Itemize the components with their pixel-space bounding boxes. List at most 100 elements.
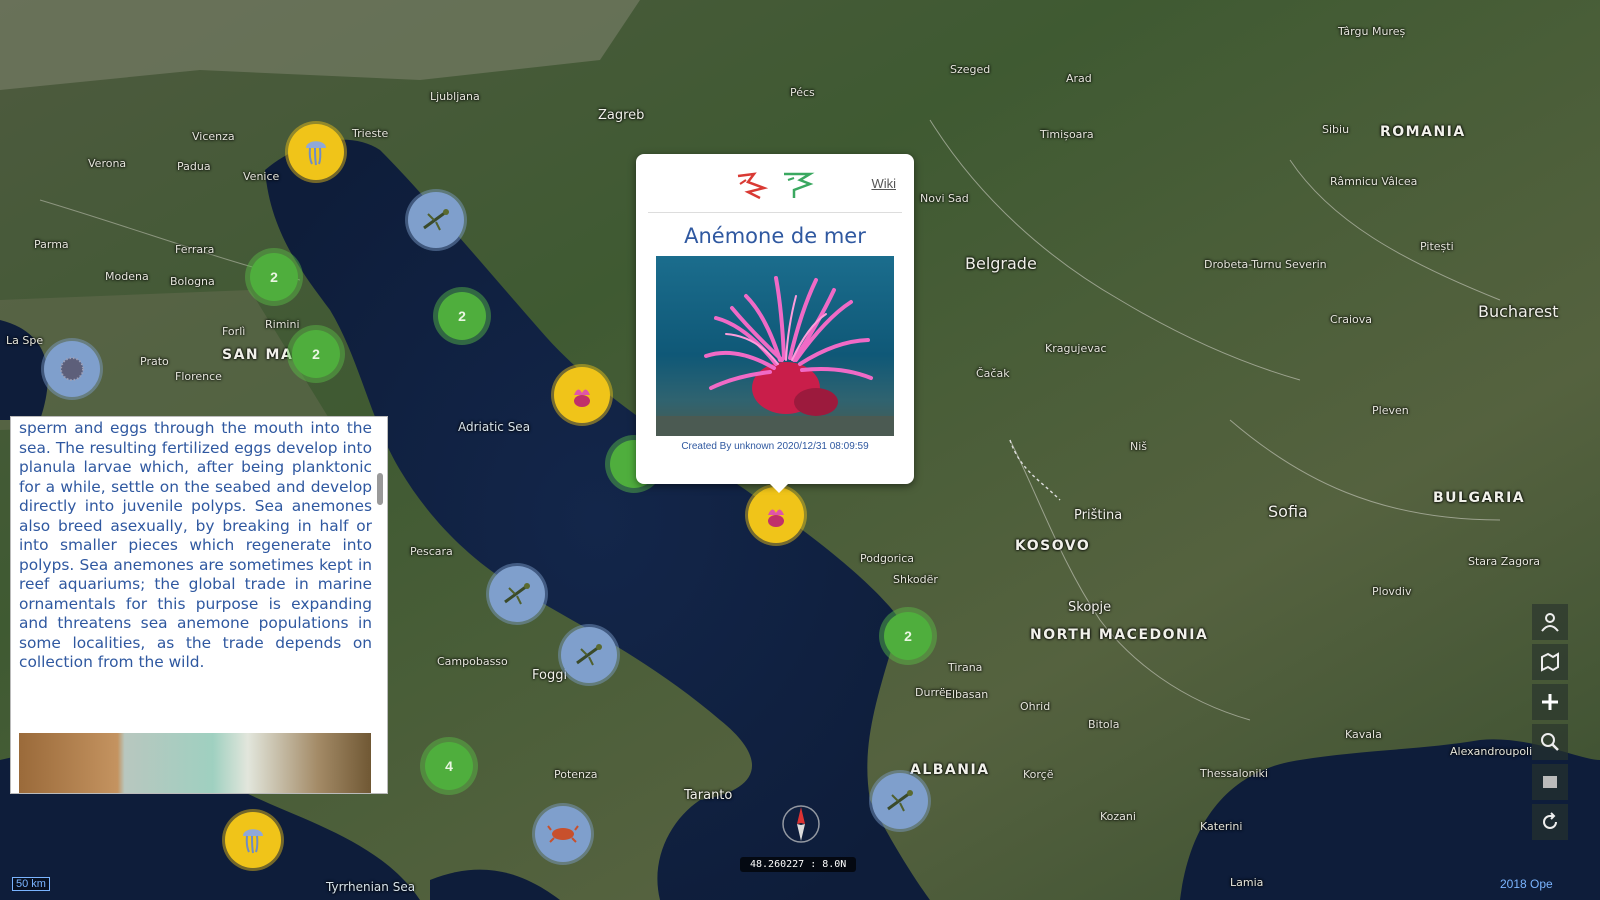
country-label: NORTH MACEDONIA bbox=[1030, 627, 1209, 643]
city-label: Sibiu bbox=[1322, 123, 1350, 136]
jellyfish-marker[interactable] bbox=[288, 124, 344, 180]
lobster-icon bbox=[576, 644, 602, 666]
cluster-marker[interactable]: 2 bbox=[292, 330, 340, 378]
cluster-marker[interactable]: 2 bbox=[884, 612, 932, 660]
city-label: Katerini bbox=[1200, 820, 1243, 833]
city-label: Craiova bbox=[1330, 313, 1372, 326]
city-label: Trieste bbox=[352, 127, 389, 140]
city-label: Parma bbox=[34, 238, 69, 251]
city-label: Foggi bbox=[532, 668, 568, 683]
jellyfish-marker[interactable] bbox=[225, 812, 281, 868]
popup-divider bbox=[648, 212, 902, 213]
city-label: Taranto bbox=[684, 788, 733, 803]
description-text: sperm and eggs through the mouth into th… bbox=[19, 419, 372, 671]
city-label: Campobasso bbox=[437, 655, 508, 668]
city-label: Stara Zagora bbox=[1468, 555, 1541, 568]
map-style-icon[interactable] bbox=[1532, 644, 1568, 680]
city-label: Râmnicu Vâlcea bbox=[1330, 175, 1418, 188]
map-attribution[interactable]: 2018 Ope bbox=[1500, 877, 1553, 891]
city-label: Padua bbox=[177, 160, 211, 173]
species-popup: Wiki Anémone de mer Created By unknown 2… bbox=[636, 154, 914, 493]
city-label: Belgrade bbox=[965, 254, 1037, 273]
city-label: Verona bbox=[88, 157, 127, 170]
city-label: Szeged bbox=[950, 63, 991, 76]
anemone-marker[interactable] bbox=[554, 367, 610, 423]
cluster-marker[interactable]: 2 bbox=[250, 253, 298, 301]
rotate-icon[interactable] bbox=[1532, 804, 1568, 840]
sea-urchin-icon bbox=[60, 357, 84, 381]
city-label: Pleven bbox=[1372, 404, 1409, 417]
country-label: SAN MA bbox=[222, 347, 294, 363]
city-label: Lamia bbox=[1230, 876, 1264, 889]
anemone-icon bbox=[574, 389, 590, 407]
city-label: Forlì bbox=[222, 325, 246, 338]
city-label: Drobeta-Turnu Severin bbox=[1204, 258, 1327, 271]
lobster-marker[interactable] bbox=[408, 192, 464, 248]
city-label: La Spe bbox=[6, 334, 44, 347]
city-label: Bitola bbox=[1088, 718, 1120, 731]
city-label: Plovdiv bbox=[1372, 585, 1412, 598]
city-label: Čačak bbox=[976, 367, 1010, 380]
country-label: KOSOVO bbox=[1015, 538, 1091, 554]
city-label: Pitești bbox=[1420, 240, 1454, 253]
city-label: Sofia bbox=[1268, 502, 1308, 521]
city-label: Kavala bbox=[1345, 728, 1382, 741]
species-description-panel[interactable]: sperm and eggs through the mouth into th… bbox=[10, 416, 388, 794]
compass-icon[interactable] bbox=[780, 803, 822, 845]
country-label: ROMANIA bbox=[1380, 124, 1466, 140]
species-green-icon[interactable] bbox=[780, 168, 816, 202]
anemone-marker-selected[interactable] bbox=[748, 487, 804, 543]
city-label: Alexandroupoli bbox=[1450, 745, 1533, 758]
city-label: Zagreb bbox=[598, 108, 645, 123]
user-location-icon[interactable] bbox=[1532, 604, 1568, 640]
sea-label: Tyrrhenian Sea bbox=[326, 880, 416, 894]
city-label: Rimini bbox=[265, 318, 300, 331]
city-label: Kragujevac bbox=[1045, 342, 1107, 355]
description-image[interactable] bbox=[19, 733, 371, 793]
city-label: Arad bbox=[1066, 72, 1092, 85]
scrollbar[interactable] bbox=[377, 473, 383, 505]
city-label: Skopje bbox=[1068, 600, 1112, 615]
lobster-icon bbox=[504, 583, 530, 605]
wiki-link[interactable]: Wiki bbox=[871, 176, 896, 191]
lobster-marker[interactable] bbox=[561, 627, 617, 683]
lobster-marker[interactable] bbox=[872, 773, 928, 829]
city-label: Thessaloniki bbox=[1200, 767, 1268, 780]
species-photo[interactable] bbox=[656, 256, 894, 436]
layers-icon[interactable] bbox=[1532, 764, 1568, 800]
city-label: Kozani bbox=[1100, 810, 1136, 823]
cluster-marker[interactable]: 2 bbox=[438, 292, 486, 340]
city-label: Tirana bbox=[948, 661, 983, 674]
jellyfish-icon bbox=[306, 141, 326, 166]
city-label: Târgu Mureș bbox=[1338, 25, 1406, 38]
city-label: Modena bbox=[105, 270, 149, 283]
species-red-icon[interactable] bbox=[734, 168, 770, 202]
city-label: Novi Sad bbox=[920, 192, 969, 205]
cluster-marker[interactable]: 4 bbox=[425, 742, 473, 790]
coordinates-readout: 48.260227 : 8.0N bbox=[740, 857, 857, 872]
city-label: Florence bbox=[175, 370, 222, 383]
city-label: Ljubljana bbox=[430, 90, 480, 103]
country-label: BULGARIA bbox=[1433, 490, 1526, 506]
city-label: Prato bbox=[140, 355, 169, 368]
crab-marker[interactable] bbox=[535, 806, 591, 862]
city-label: Ohrid bbox=[1020, 700, 1051, 713]
popup-icons bbox=[734, 168, 816, 202]
sea-urchin-marker[interactable] bbox=[44, 341, 100, 397]
city-label: Ferrara bbox=[175, 243, 215, 256]
city-label: Podgorica bbox=[860, 552, 915, 565]
lobster-marker[interactable] bbox=[489, 566, 545, 622]
anemone-icon bbox=[768, 509, 784, 527]
lobster-icon bbox=[887, 790, 913, 812]
scale-bar: 50 km bbox=[12, 877, 50, 891]
city-label: Bucharest bbox=[1478, 302, 1559, 321]
city-label: Potenza bbox=[554, 768, 598, 781]
city-label: Niš bbox=[1130, 440, 1148, 453]
city-label: Elbasan bbox=[945, 688, 989, 701]
city-label: Korçë bbox=[1023, 768, 1054, 781]
zoom-search-icon[interactable] bbox=[1532, 724, 1568, 760]
popup-title: Anémone de mer bbox=[684, 224, 866, 248]
popup-credit: Created By unknown 2020/12/31 08:09:59 bbox=[681, 441, 869, 452]
city-label: Pécs bbox=[790, 86, 815, 99]
zoom-in-icon[interactable] bbox=[1532, 684, 1568, 720]
